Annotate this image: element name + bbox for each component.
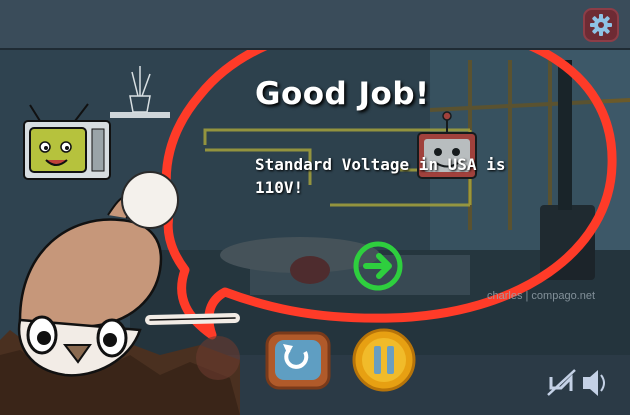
feedback-title: Good Job! <box>255 76 430 112</box>
sound-toggle-button[interactable] <box>583 370 605 396</box>
replay-button[interactable] <box>265 331 331 390</box>
game-scene <box>0 17 630 415</box>
music-toggle-button[interactable] <box>547 369 576 396</box>
back-button[interactable] <box>196 336 240 380</box>
feedback-message: Standard Voltage in USA is 110V! <box>255 155 506 197</box>
speaker-icon <box>583 370 605 396</box>
settings-button[interactable] <box>583 8 619 42</box>
next-button[interactable] <box>352 240 404 292</box>
arrow-right-icon <box>353 241 403 291</box>
top-bar <box>0 0 630 50</box>
pause-button[interactable] <box>352 328 416 392</box>
photo-credit: charles | compago.net <box>487 290 596 302</box>
gear-icon <box>590 14 612 36</box>
room-shelf <box>110 112 170 118</box>
music-muted-icon <box>547 369 576 396</box>
